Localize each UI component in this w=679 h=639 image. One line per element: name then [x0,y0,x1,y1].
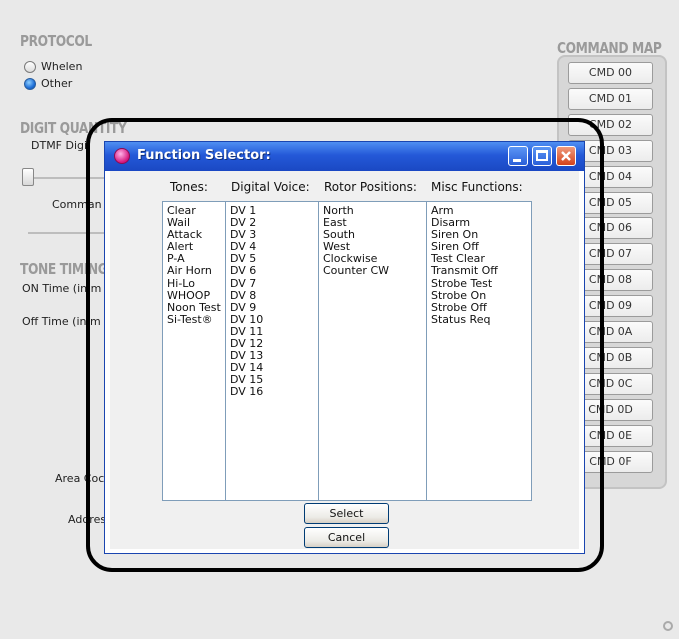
minimize-button[interactable] [508,146,528,166]
list-item[interactable]: Status Req [431,313,527,326]
protocol-option-other[interactable]: Other [24,77,72,90]
other-label: Other [41,77,73,90]
tones-list[interactable]: Clear Wail Attack Alert P-A Air Horn Hi-Lo WHOO… [162,201,226,501]
whelen-radio[interactable] [24,60,36,73]
select-button[interactable]: Select [304,503,389,524]
list-item[interactable]: Counter CW [323,265,422,277]
dialog-titlebar[interactable]: Function Selector: [105,142,584,171]
command-map-item[interactable]: CMD 01 [568,87,653,110]
list-item[interactable]: Strobe Test [431,277,527,290]
list-item[interactable]: Strobe On [431,289,527,302]
misc-functions-list[interactable]: Arm Disarm Siren On Siren Off Test Clear Tran… [426,201,532,501]
command-map-item[interactable]: CMD 00 [568,62,653,84]
rotor-positions-header: Rotor Positions: [324,180,417,194]
digital-voice-header: Digital Voice: [231,180,310,194]
maximize-button[interactable] [532,146,552,166]
tones-header: Tones: [170,180,208,194]
function-selector-dialog: Function Selector: Tones: Digital Voice:… [104,141,585,554]
dtmf-slider-thumb[interactable] [22,168,34,186]
list-item[interactable]: Transmit Off [431,265,527,277]
rotor-positions-list[interactable]: North East South West Clockwise Counter CW [318,201,427,501]
misc-functions-header: Misc Functions: [431,180,523,194]
protocol-title: PROTOCOL [20,32,92,50]
cancel-button[interactable]: Cancel [304,527,389,548]
list-item[interactable]: Hi-Lo [167,277,221,290]
other-radio[interactable] [24,77,36,90]
list-item[interactable]: DV 16 [230,386,314,398]
close-button[interactable] [556,146,576,166]
protocol-option-whelen[interactable]: Whelen [24,60,82,73]
maximize-icon [536,150,548,161]
whelen-label: Whelen [41,60,83,73]
list-item[interactable]: DV 7 [230,277,314,290]
minimize-icon [513,159,521,162]
list-item[interactable]: Si-Test® [167,313,221,326]
dialog-client-area: Tones: Digital Voice: Rotor Positions: M… [110,171,579,549]
list-item[interactable]: DV 6 [230,265,314,277]
settings-gear-icon[interactable] [663,621,673,631]
list-item[interactable]: Air Horn [167,265,221,277]
list-item[interactable]: WHOOP [167,289,221,302]
digital-voice-list[interactable]: DV 1 DV 2 DV 3 DV 4 DV 5 DV 6 DV 7 DV 8 DV 9 DV 1… [225,201,319,501]
dtmf-digits-label: DTMF Digi [31,139,88,152]
dialog-title: Function Selector: [137,148,271,163]
app-icon [114,148,130,164]
list-item[interactable]: DV 8 [230,289,314,302]
close-icon [561,151,571,161]
